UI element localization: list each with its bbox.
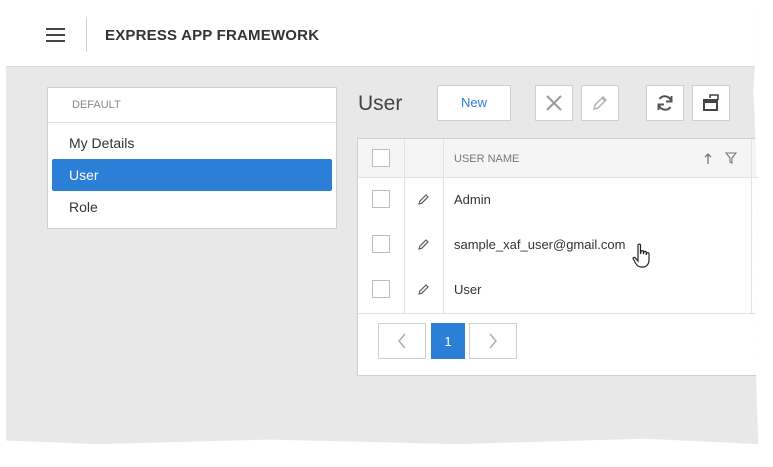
delete-button[interactable] (535, 85, 573, 121)
cell-user-name: Admin (454, 192, 491, 207)
table-row[interactable]: Admin (358, 177, 758, 222)
nav-item-my-details[interactable]: My Details (52, 127, 332, 159)
edit-button[interactable] (581, 85, 619, 121)
chevron-left-icon (398, 333, 406, 349)
chevron-right-icon (489, 333, 497, 349)
nav-item-user[interactable]: User (52, 159, 332, 191)
pencil-icon[interactable] (418, 193, 430, 205)
new-window-icon (703, 94, 719, 111)
filter-icon[interactable] (725, 152, 737, 164)
view-title: User (358, 92, 403, 115)
column-header-user-name[interactable]: USER NAME (454, 153, 519, 165)
table-row[interactable]: sample_xaf_user@gmail.com (358, 222, 758, 267)
data-grid: USER NAME Admin sample_xaf_user@gmail.co… (357, 138, 758, 376)
row-checkbox[interactable] (372, 190, 390, 208)
refresh-button[interactable] (646, 85, 684, 121)
cell-user-name: User (454, 282, 482, 297)
navigation-panel: DEFAULT My Details User Role (47, 87, 337, 229)
app-title: EXPRESS APP FRAMEWORK (105, 27, 320, 44)
hamburger-menu-icon[interactable] (46, 28, 65, 42)
page-button-current[interactable]: 1 (431, 323, 465, 359)
pencil-icon[interactable] (418, 283, 430, 295)
row-checkbox[interactable] (372, 280, 390, 298)
nav-item-role[interactable]: Role (52, 191, 332, 223)
header-divider (86, 18, 87, 52)
top-bar: EXPRESS APP FRAMEWORK (6, 4, 758, 67)
hand-cursor-icon (632, 243, 650, 268)
sort-ascending-icon[interactable] (703, 153, 713, 165)
refresh-icon (657, 95, 673, 111)
table-row[interactable]: User (358, 267, 758, 312)
row-checkbox[interactable] (372, 235, 390, 253)
nav-group-header: DEFAULT (48, 88, 336, 123)
app-window: EXPRESS APP FRAMEWORK DEFAULT My Details… (6, 4, 758, 444)
select-all-checkbox[interactable] (372, 149, 390, 167)
pencil-icon[interactable] (418, 238, 430, 250)
next-page-button[interactable] (469, 323, 517, 359)
previous-page-button[interactable] (378, 323, 426, 359)
new-button[interactable]: New (437, 85, 511, 121)
open-in-new-window-button[interactable] (692, 85, 730, 121)
grid-header: USER NAME (358, 139, 758, 178)
close-icon (546, 95, 562, 111)
pager: 1 (358, 313, 758, 375)
pencil-icon (593, 96, 607, 110)
cell-user-name: sample_xaf_user@gmail.com (454, 237, 626, 252)
